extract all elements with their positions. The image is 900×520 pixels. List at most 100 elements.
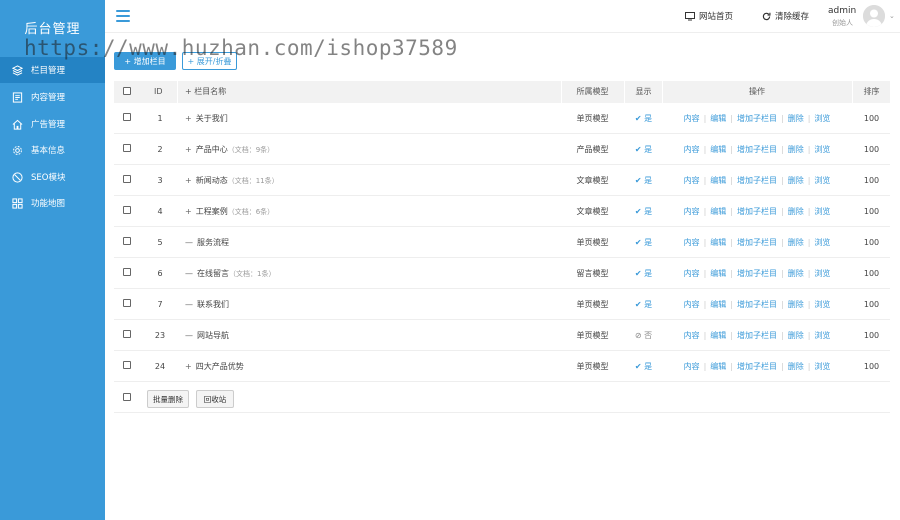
op-link[interactable]: 删除 <box>788 269 804 278</box>
op-link[interactable]: 增加子栏目 <box>737 238 777 247</box>
op-link[interactable]: 内容 <box>684 114 700 123</box>
chevron-down-icon[interactable]: ⌄ <box>889 12 895 20</box>
row-show[interactable]: ✔ 是 <box>625 289 662 320</box>
op-link[interactable]: 编辑 <box>710 114 726 123</box>
row-sort[interactable]: 100 <box>853 227 890 258</box>
op-link[interactable]: 内容 <box>684 145 700 154</box>
op-link[interactable]: 编辑 <box>710 331 726 340</box>
sidebar-item-4[interactable]: SEO模块 <box>0 164 105 190</box>
row-sort[interactable]: 100 <box>853 320 890 351</box>
row-name-cell[interactable]: + 四大产品优势 <box>185 351 244 382</box>
op-link[interactable]: 增加子栏目 <box>737 114 777 123</box>
row-checkbox[interactable] <box>123 237 131 245</box>
row-sort[interactable]: 100 <box>853 258 890 289</box>
tree-toggle[interactable]: + <box>185 114 192 123</box>
row-show[interactable]: ✔ 是 <box>625 103 662 134</box>
op-link[interactable]: 内容 <box>684 331 700 340</box>
row-name-cell[interactable]: — 联系我们 <box>185 289 229 320</box>
sidebar-item-1[interactable]: 内容管理 <box>0 84 105 110</box>
site-home-link[interactable]: 网站首页 <box>685 10 733 22</box>
row-checkbox[interactable] <box>123 113 131 121</box>
tree-toggle[interactable]: — <box>185 238 193 247</box>
op-link[interactable]: 增加子栏目 <box>737 176 777 185</box>
op-link[interactable]: 内容 <box>684 238 700 247</box>
op-link[interactable]: 删除 <box>788 176 804 185</box>
clear-cache-link[interactable]: 清除缓存 <box>762 10 809 22</box>
avatar[interactable] <box>863 5 885 27</box>
op-link[interactable]: 浏览 <box>814 207 830 216</box>
op-link[interactable]: 编辑 <box>710 300 726 309</box>
col-name[interactable]: + 栏目名称 <box>185 81 226 103</box>
op-link[interactable]: 编辑 <box>710 269 726 278</box>
row-sort[interactable]: 100 <box>853 103 890 134</box>
op-link[interactable]: 内容 <box>684 207 700 216</box>
op-link[interactable]: 编辑 <box>710 238 726 247</box>
row-show[interactable]: ✔ 是 <box>625 165 662 196</box>
select-all-checkbox[interactable] <box>123 87 131 95</box>
op-link[interactable]: 内容 <box>684 362 700 371</box>
op-link[interactable]: 增加子栏目 <box>737 269 777 278</box>
row-name-cell[interactable]: + 关于我们 <box>185 103 228 134</box>
sidebar-item-5[interactable]: 功能地图 <box>0 190 105 216</box>
row-name-cell[interactable]: + 工程案例（文档：6条） <box>185 196 274 227</box>
footer-select-all-checkbox[interactable] <box>123 393 131 401</box>
row-checkbox[interactable] <box>123 268 131 276</box>
op-link[interactable]: 浏览 <box>814 331 830 340</box>
op-link[interactable]: 浏览 <box>814 114 830 123</box>
tree-toggle[interactable]: — <box>185 331 193 340</box>
row-name-cell[interactable]: — 在线留言（文档：1条） <box>185 258 275 289</box>
tree-toggle[interactable]: — <box>185 300 193 309</box>
row-show[interactable]: ✔ 是 <box>625 196 662 227</box>
op-link[interactable]: 删除 <box>788 114 804 123</box>
row-show[interactable]: ✔ 是 <box>625 227 662 258</box>
row-sort[interactable]: 100 <box>853 289 890 320</box>
op-link[interactable]: 浏览 <box>814 362 830 371</box>
row-sort[interactable]: 100 <box>853 165 890 196</box>
admin-name[interactable]: admin <box>828 6 856 16</box>
op-link[interactable]: 浏览 <box>814 238 830 247</box>
row-show[interactable]: ✔ 是 <box>625 134 662 165</box>
tree-toggle[interactable]: + <box>185 362 192 371</box>
op-link[interactable]: 删除 <box>788 331 804 340</box>
op-link[interactable]: 增加子栏目 <box>737 145 777 154</box>
op-link[interactable]: 浏览 <box>814 176 830 185</box>
batch-delete-button[interactable]: 批量删除 <box>147 390 189 408</box>
row-checkbox[interactable] <box>123 144 131 152</box>
op-link[interactable]: 删除 <box>788 145 804 154</box>
tree-toggle[interactable]: + <box>185 145 192 154</box>
row-name-cell[interactable]: — 网站导航 <box>185 320 229 351</box>
row-name-cell[interactable]: + 产品中心（文档：9条） <box>185 134 274 165</box>
sidebar-item-2[interactable]: 广告管理 <box>0 111 105 137</box>
op-link[interactable]: 删除 <box>788 362 804 371</box>
row-checkbox[interactable] <box>123 330 131 338</box>
op-link[interactable]: 内容 <box>684 269 700 278</box>
row-checkbox[interactable] <box>123 361 131 369</box>
op-link[interactable]: 浏览 <box>814 145 830 154</box>
menu-toggle-icon[interactable] <box>116 10 130 22</box>
row-checkbox[interactable] <box>123 299 131 307</box>
row-checkbox[interactable] <box>123 175 131 183</box>
op-link[interactable]: 增加子栏目 <box>737 331 777 340</box>
row-sort[interactable]: 100 <box>853 134 890 165</box>
tree-toggle[interactable]: — <box>185 269 193 278</box>
row-sort[interactable]: 100 <box>853 351 890 382</box>
row-show[interactable]: ✔ 是 <box>625 351 662 382</box>
row-sort[interactable]: 100 <box>853 196 890 227</box>
op-link[interactable]: 内容 <box>684 176 700 185</box>
row-name-cell[interactable]: + 新闻动态（文档：11条） <box>185 165 279 196</box>
op-link[interactable]: 内容 <box>684 300 700 309</box>
op-link[interactable]: 编辑 <box>710 145 726 154</box>
sidebar-item-3[interactable]: 基本信息 <box>0 137 105 163</box>
row-show[interactable]: ✔ 是 <box>625 258 662 289</box>
tree-toggle[interactable]: + <box>185 176 192 185</box>
op-link[interactable]: 删除 <box>788 300 804 309</box>
op-link[interactable]: 编辑 <box>710 176 726 185</box>
op-link[interactable]: 浏览 <box>814 300 830 309</box>
op-link[interactable]: 浏览 <box>814 269 830 278</box>
row-checkbox[interactable] <box>123 206 131 214</box>
op-link[interactable]: 删除 <box>788 207 804 216</box>
op-link[interactable]: 增加子栏目 <box>737 362 777 371</box>
row-name-cell[interactable]: — 服务流程 <box>185 227 229 258</box>
sidebar-item-0[interactable]: 栏目管理 <box>0 57 105 83</box>
op-link[interactable]: 编辑 <box>710 207 726 216</box>
